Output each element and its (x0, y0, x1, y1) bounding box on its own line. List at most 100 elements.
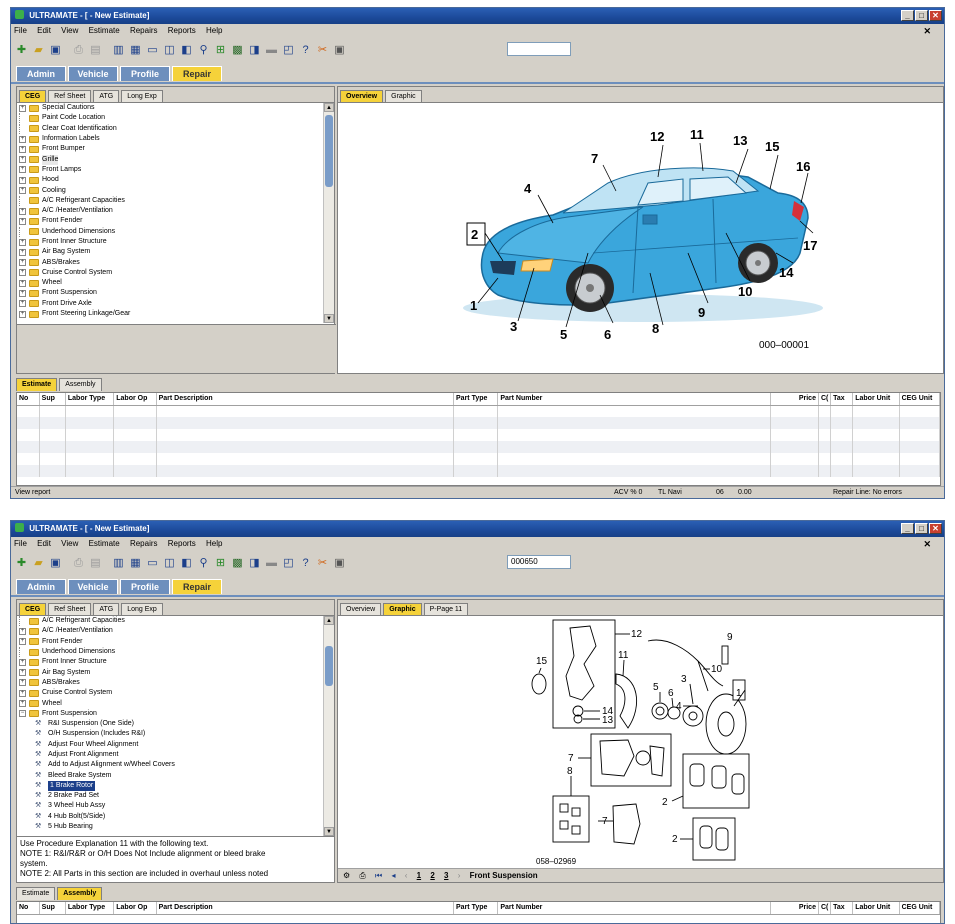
table-row[interactable] (17, 405, 940, 417)
page-3-link[interactable]: 3 (444, 871, 448, 880)
book-open-icon[interactable]: ▦ (128, 556, 143, 571)
table-cell[interactable] (39, 429, 66, 441)
table-cell[interactable] (113, 429, 157, 441)
tree-item[interactable]: + ABS/Brakes (17, 257, 323, 267)
table-row[interactable] (17, 417, 940, 429)
tree-item[interactable]: Paint Code Location (17, 113, 323, 124)
table-cell[interactable] (113, 453, 157, 465)
col-c[interactable]: C( (818, 902, 832, 915)
first-page-icon[interactable]: ⏮ (375, 869, 382, 883)
col-labor-unit[interactable]: Labor Unit (852, 393, 900, 406)
expand-icon[interactable]: + (19, 679, 26, 687)
menu-view[interactable]: View (61, 26, 78, 35)
table-cell[interactable] (17, 453, 40, 465)
expand-icon[interactable]: + (19, 658, 26, 666)
table-cell[interactable] (852, 405, 900, 417)
estimate-number-field[interactable]: 000650 (507, 555, 571, 569)
tree-item[interactable]: + Air Bag System (17, 667, 323, 677)
split-view-icon[interactable]: ◫ (162, 43, 177, 58)
table-cell[interactable] (453, 453, 499, 465)
add-line-icon[interactable]: ⊞ (213, 43, 228, 58)
table-cell[interactable] (156, 429, 455, 441)
table-cell[interactable] (497, 465, 771, 477)
table-cell[interactable] (453, 465, 499, 477)
menu-file[interactable]: File (14, 539, 27, 548)
message-icon[interactable]: ▬ (264, 556, 279, 571)
expand-icon[interactable]: + (19, 166, 26, 174)
operation-item[interactable]: ⚒ Bleed Brake System (17, 770, 323, 780)
window-layout-icon[interactable]: ▭ (145, 556, 160, 571)
tree-item[interactable]: + Special Cautions (17, 103, 323, 113)
col-labor-op[interactable]: Labor Op (113, 393, 157, 406)
expand-icon[interactable]: + (19, 310, 26, 318)
tab-assembly[interactable]: Assembly (57, 887, 103, 900)
menu-reports[interactable]: Reports (168, 26, 196, 35)
operation-item[interactable]: ⚒ 1 Brake Rotor (17, 780, 323, 791)
save-icon[interactable]: ▣ (48, 43, 63, 58)
maximize-button[interactable]: □ (915, 523, 928, 534)
minimize-button[interactable]: _ (901, 523, 914, 534)
table-cell[interactable] (156, 465, 455, 477)
tab-overview[interactable]: Overview (340, 90, 384, 102)
open-folder-icon[interactable]: ▰ (31, 43, 46, 58)
col-tax[interactable]: Tax (830, 902, 854, 915)
expand-icon[interactable]: + (19, 104, 26, 112)
scroll-thumb[interactable] (325, 646, 333, 686)
menu-repairs[interactable]: Repairs (130, 539, 158, 548)
tab-ceg[interactable]: CEG (19, 90, 47, 102)
table-cell[interactable] (830, 429, 854, 441)
document-search-icon[interactable]: ◰ (281, 556, 296, 571)
col-part-type[interactable]: Part Type (453, 393, 499, 406)
scroll-thumb[interactable] (325, 115, 333, 187)
page-1-link[interactable]: 1 (417, 871, 421, 880)
expand-icon[interactable]: + (19, 700, 26, 708)
expand-icon[interactable]: + (19, 156, 26, 164)
expand-icon[interactable]: + (19, 135, 26, 143)
table-cell[interactable] (39, 465, 66, 477)
table-cell[interactable] (156, 441, 455, 453)
expand-icon[interactable]: + (19, 300, 26, 308)
collapse-icon[interactable]: − (19, 710, 26, 718)
tree-item[interactable]: Clear Coat Identification (17, 123, 323, 134)
tab-vehicle[interactable]: Vehicle (68, 579, 118, 594)
table-cell[interactable] (453, 405, 499, 417)
exploded-parts-illustration[interactable]: 12 9 15 11 10 5 6 3 4 1 14 13 7 8 2 7 2 (338, 616, 943, 868)
operation-item[interactable]: ⚒ 4 Hub Bolt(5/Side) (17, 812, 323, 822)
table-cell[interactable] (899, 405, 940, 417)
table-cell[interactable] (65, 465, 115, 477)
operation-item[interactable]: ⚒ Adjust Front Alignment (17, 750, 323, 760)
tree-item[interactable]: + Hood (17, 175, 323, 185)
tree-item[interactable]: + Front Steering Linkage/Gear (17, 309, 323, 319)
tree-item[interactable]: + Front Fender (17, 216, 323, 226)
table-cell[interactable] (39, 417, 66, 429)
expand-icon[interactable]: + (19, 279, 26, 287)
menu-estimate[interactable]: Estimate (89, 26, 120, 35)
prev-section-icon[interactable]: ◂ (391, 869, 395, 883)
table-cell[interactable] (818, 465, 832, 477)
operation-item[interactable]: ⚒ 2 Brake Pad Set (17, 791, 323, 801)
table-row[interactable] (17, 453, 940, 465)
tab-ceg[interactable]: CEG (19, 603, 47, 615)
table-cell[interactable] (17, 417, 40, 429)
table-cell[interactable] (156, 405, 455, 417)
tab-graphic[interactable]: Graphic (383, 603, 422, 615)
tab-long-exp[interactable]: Long Exp (121, 603, 163, 615)
table-cell[interactable] (39, 453, 66, 465)
table-cell[interactable] (113, 417, 157, 429)
table-row[interactable] (17, 441, 940, 453)
col-ceg-unit[interactable]: CEG Unit (899, 902, 940, 915)
expand-icon[interactable]: + (19, 269, 26, 277)
tree-item[interactable]: + Grille (17, 154, 323, 165)
mdi-close-icon[interactable]: ✕ (923, 537, 931, 551)
col-sup[interactable]: Sup (39, 902, 66, 915)
table-cell[interactable] (899, 417, 940, 429)
tree-item[interactable]: + Front Inner Structure (17, 237, 323, 247)
table-cell[interactable] (156, 417, 455, 429)
table-cell[interactable] (770, 429, 819, 441)
tree-item[interactable]: + Front Bumper (17, 144, 323, 154)
tab-assembly[interactable]: Assembly (59, 378, 102, 391)
new-estimate-icon[interactable]: ✚ (14, 556, 29, 571)
print-icon[interactable]: ⎙ (71, 556, 86, 571)
table-cell[interactable] (17, 465, 40, 477)
book-icon[interactable]: ▥ (111, 43, 126, 58)
